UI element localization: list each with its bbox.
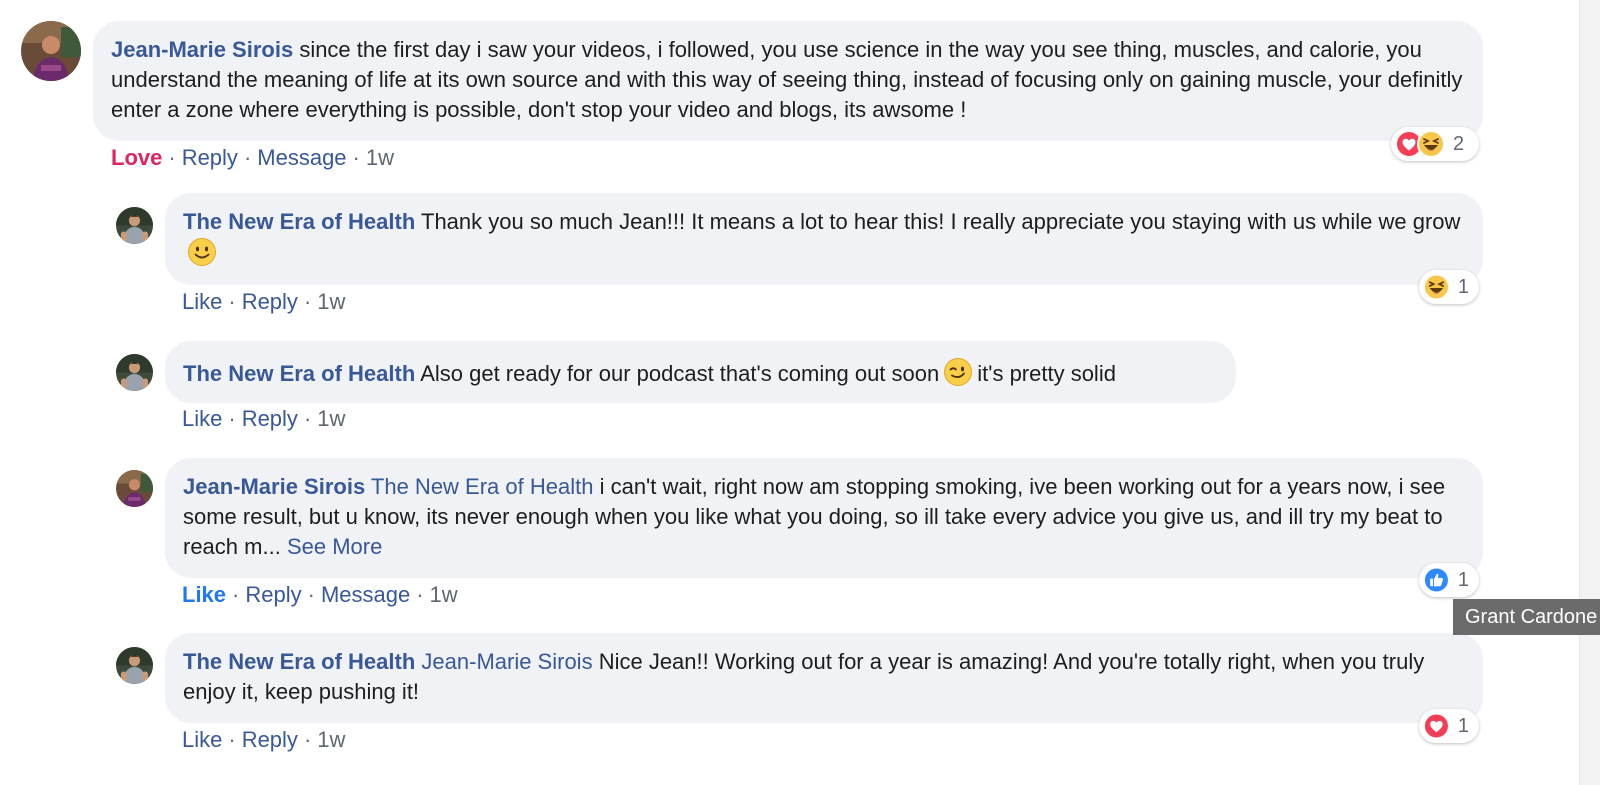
laughing-emoji-icon xyxy=(1417,130,1445,158)
thumbs-up-icon xyxy=(1423,566,1450,594)
timestamp[interactable]: 1w xyxy=(430,582,458,607)
reaction-count: 2 xyxy=(1453,132,1465,155)
reply-button[interactable]: Reply xyxy=(245,582,301,607)
mention-link[interactable]: Jean-Marie Sirois xyxy=(421,649,592,674)
reaction-count: 1 xyxy=(1457,275,1469,298)
comment-bubble: Jean-Marie Sirois The New Era of Health … xyxy=(165,458,1483,578)
like-button[interactable]: Like xyxy=(182,406,222,431)
comment-author[interactable]: Jean-Marie Sirois xyxy=(183,474,365,499)
see-more-link[interactable]: See More xyxy=(287,534,382,559)
separator: · xyxy=(168,145,176,170)
separator: · xyxy=(243,145,252,170)
hover-tooltip: Grant Cardone xyxy=(1453,599,1600,635)
reply-button[interactable]: Reply xyxy=(242,406,298,431)
separator: · xyxy=(232,582,240,607)
heart-icon xyxy=(1423,712,1450,740)
separator: · xyxy=(303,406,312,431)
avatar-icon xyxy=(116,354,153,391)
avatar[interactable] xyxy=(116,354,153,391)
comment-text: Also get ready for our podcast that's co… xyxy=(420,361,940,386)
avatar-icon xyxy=(116,647,153,684)
comment-author[interactable]: Jean-Marie Sirois xyxy=(111,37,293,62)
avatar-icon xyxy=(116,470,153,507)
separator: · xyxy=(228,289,236,314)
comment-actions: Like · Reply · Message · 1w xyxy=(182,581,458,609)
comment-bubble: The New Era of Health Also get ready for… xyxy=(165,341,1236,403)
reaction-summary[interactable]: 2 xyxy=(1391,127,1479,161)
avatar[interactable] xyxy=(116,207,153,244)
mention-link[interactable]: The New Era of Health xyxy=(371,474,594,499)
comment-bubble: The New Era of Health Thank you so much … xyxy=(165,193,1483,285)
comment-bubble: Jean-Marie Sirois since the first day i … xyxy=(93,21,1483,141)
comment-text-after: it's pretty solid xyxy=(977,361,1116,386)
reaction-summary[interactable]: 1 xyxy=(1419,709,1479,743)
timestamp[interactable]: 1w xyxy=(317,406,345,431)
comment-bubble: The New Era of Health Jean-Marie Sirois … xyxy=(165,633,1483,723)
comment-author[interactable]: The New Era of Health xyxy=(183,209,415,234)
reaction-summary[interactable]: 1 xyxy=(1419,270,1479,304)
like-button[interactable]: Like xyxy=(182,582,226,607)
comment-text: Thank you so much Jean!!! It means a lot… xyxy=(421,209,1461,234)
comment-actions: Like · Reply · 1w xyxy=(182,405,345,433)
reaction-count: 1 xyxy=(1457,714,1469,737)
comment-text: since the first day i saw your videos, i… xyxy=(111,37,1463,122)
avatar-icon xyxy=(21,21,81,81)
comment-actions: Love · Reply · Message · 1w xyxy=(111,144,394,172)
reaction-summary[interactable]: 1 xyxy=(1419,563,1479,597)
message-button[interactable]: Message xyxy=(321,582,410,607)
separator: · xyxy=(303,727,312,752)
separator: · xyxy=(352,145,360,170)
comment-author[interactable]: The New Era of Health xyxy=(183,361,415,386)
separator: · xyxy=(416,582,424,607)
like-button[interactable]: Like xyxy=(182,289,222,314)
reaction-count: 1 xyxy=(1457,568,1469,591)
comment-actions: Like · Reply · 1w xyxy=(182,288,345,316)
reply-button[interactable]: Reply xyxy=(242,289,298,314)
reply-button[interactable]: Reply xyxy=(182,145,238,170)
separator: · xyxy=(303,289,312,314)
laughing-emoji-icon xyxy=(1423,273,1450,301)
timestamp[interactable]: 1w xyxy=(317,289,345,314)
comment-actions: Like · Reply · 1w xyxy=(182,726,345,754)
comment-author[interactable]: The New Era of Health xyxy=(183,649,415,674)
timestamp[interactable]: 1w xyxy=(366,145,394,170)
separator: · xyxy=(307,582,315,607)
scrollbar-track[interactable] xyxy=(1579,0,1600,785)
timestamp[interactable]: 1w xyxy=(317,727,345,752)
separator: · xyxy=(228,406,236,431)
avatar[interactable] xyxy=(116,470,153,507)
smiling-emoji-icon xyxy=(187,237,217,267)
reply-button[interactable]: Reply xyxy=(242,727,298,752)
separator: · xyxy=(228,727,236,752)
avatar[interactable] xyxy=(116,647,153,684)
message-button[interactable]: Message xyxy=(257,145,346,170)
love-reaction-button[interactable]: Love xyxy=(111,145,162,170)
avatar[interactable] xyxy=(21,21,81,81)
avatar-icon xyxy=(116,207,153,244)
like-button[interactable]: Like xyxy=(182,727,222,752)
winking-emoji-icon xyxy=(943,357,973,387)
